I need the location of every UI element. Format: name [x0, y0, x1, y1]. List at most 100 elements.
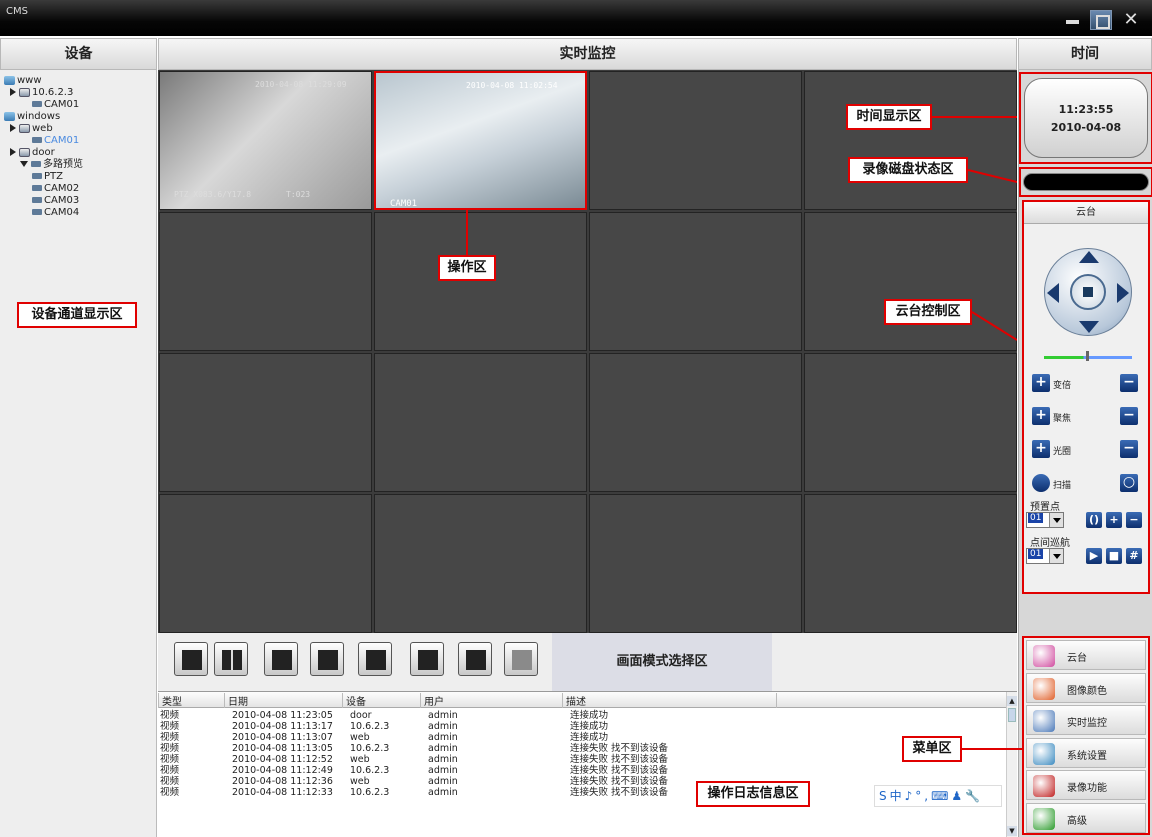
video-cell-8[interactable]	[804, 212, 1017, 351]
minimize-icon[interactable]	[1062, 10, 1084, 30]
cruise-play-button[interactable]: ▶	[1086, 548, 1102, 564]
tree-item-web-cam01[interactable]: CAM01	[32, 135, 79, 147]
iris-open-button[interactable]: +	[1032, 440, 1050, 458]
preset-add-button[interactable]: +	[1106, 512, 1122, 528]
ptz-joystick[interactable]	[1044, 248, 1132, 336]
tree-item-multi-preview[interactable]: 多路预览	[20, 159, 83, 171]
tree-item-cam02[interactable]: CAM02	[32, 183, 79, 195]
video-cell-1[interactable]: 2010-04-08 11:29:09 PTZ X083.6/Y17.8 T:0…	[159, 71, 372, 210]
cruise-stop-button[interactable]: ■	[1106, 548, 1122, 564]
focus-in-button[interactable]: +	[1032, 407, 1050, 425]
focus-out-button[interactable]: −	[1120, 407, 1138, 425]
scan-stop-button[interactable]: ○	[1120, 474, 1138, 492]
preset-goto-button[interactable]: ()	[1086, 512, 1102, 528]
tree-item-www[interactable]: www	[4, 75, 42, 87]
expand-arrow-icon[interactable]	[10, 148, 16, 156]
close-icon[interactable]: ✕	[1120, 10, 1142, 30]
video-cell-10[interactable]	[374, 353, 587, 492]
video-cell-14[interactable]	[374, 494, 587, 633]
cruise-select[interactable]: 01	[1026, 548, 1064, 564]
layout-9-button[interactable]	[264, 642, 298, 676]
tree-item-door[interactable]: door	[10, 147, 55, 159]
layout-1-button[interactable]	[174, 642, 208, 676]
video-cell-7[interactable]	[589, 212, 802, 351]
cruise-grid-button[interactable]: #	[1126, 548, 1142, 564]
log-cell: admin	[428, 732, 458, 743]
video-cell-9[interactable]	[159, 353, 372, 492]
preset-remove-button[interactable]: −	[1126, 512, 1142, 528]
log-cell: 视频	[160, 754, 180, 765]
video-cell-3[interactable]	[589, 71, 802, 210]
table-row[interactable]: 视频 2010-04-08 11:13:05 10.6.2.3 admin 连接失败 找…	[158, 743, 1006, 754]
log-cell: admin	[428, 710, 458, 721]
chevron-down-icon[interactable]	[1049, 513, 1063, 527]
video-cell-5[interactable]	[159, 212, 372, 351]
log-cell: admin	[428, 721, 458, 732]
log-col-desc[interactable]: 描述	[562, 693, 586, 708]
layout-25-button[interactable]	[358, 642, 392, 676]
video-cell-16[interactable]	[804, 494, 1017, 633]
tree-item-cam04[interactable]: CAM04	[32, 207, 79, 219]
zoom-in-button[interactable]: +	[1032, 374, 1050, 392]
time-display-area-label: 时间显示区	[846, 104, 932, 130]
video-cell-4[interactable]	[804, 71, 1017, 210]
scroll-up-icon[interactable]: ▲	[1007, 696, 1017, 706]
layout-16-button[interactable]	[310, 642, 344, 676]
ime-toolbar[interactable]: S中♪°,⌨♟🔧	[874, 785, 1002, 807]
menu-item-0[interactable]: 云台	[1026, 640, 1146, 670]
tree-item-web[interactable]: web	[10, 123, 53, 135]
menu-item-4[interactable]: 录像功能	[1026, 770, 1146, 800]
layout-4-button[interactable]	[214, 642, 248, 676]
layout-36-button[interactable]	[410, 642, 444, 676]
scroll-down-icon[interactable]: ▼	[1007, 826, 1017, 836]
menu-item-1[interactable]: 图像颜色	[1026, 672, 1146, 703]
scan-start-button[interactable]	[1032, 474, 1050, 492]
ptz-left-icon[interactable]	[1047, 283, 1059, 303]
video-cell-2[interactable]: 2010-04-08 11:02:54 CAM01	[374, 71, 587, 210]
zoom-out-button[interactable]: −	[1120, 374, 1138, 392]
slider-knob[interactable]	[1086, 351, 1089, 361]
restore-icon[interactable]	[1090, 10, 1112, 30]
log-scrollbar[interactable]: ▲ ▼	[1006, 692, 1017, 837]
fullscreen-button[interactable]	[504, 642, 538, 676]
tree-item-ptz[interactable]: PTZ	[32, 171, 63, 183]
video-cell-12[interactable]	[804, 353, 1017, 492]
log-cell: 连接失败 找不到该设备	[570, 765, 669, 776]
menu-item-5[interactable]: 高级	[1026, 802, 1146, 833]
layout-64-button[interactable]	[458, 642, 492, 676]
table-row[interactable]: 视频 2010-04-08 11:13:17 10.6.2.3 admin 连接成功	[158, 721, 1006, 732]
table-row[interactable]: 视频 2010-04-08 11:13:07 web admin 连接成功	[158, 732, 1006, 743]
preset-select[interactable]: 01	[1026, 512, 1064, 528]
dvr-icon	[19, 147, 30, 157]
tree-item-windows[interactable]: windows	[4, 111, 60, 123]
log-col-type[interactable]: 类型	[158, 693, 182, 708]
tree-item-cam01[interactable]: CAM01	[32, 99, 79, 111]
log-col-date[interactable]: 日期	[224, 693, 248, 708]
ptz-speed-slider[interactable]	[1044, 351, 1132, 361]
expand-arrow-icon[interactable]	[10, 88, 16, 96]
video-cell-15[interactable]	[589, 494, 802, 633]
video-cell-11[interactable]	[589, 353, 802, 492]
menu-item-2[interactable]: 实时监控	[1026, 705, 1146, 735]
menu-item-3[interactable]: 系统设置	[1026, 737, 1146, 768]
log-col-user[interactable]: 用户	[420, 693, 444, 708]
ptz-right-icon[interactable]	[1117, 283, 1129, 303]
table-row[interactable]: 视频 2010-04-08 11:23:05 door admin 连接成功	[158, 710, 1006, 721]
table-row[interactable]: 视频 2010-04-08 11:12:52 web admin 连接失败 找不到该设备	[158, 754, 1006, 765]
expand-arrow-icon[interactable]	[10, 124, 16, 132]
video-cell-13[interactable]	[159, 494, 372, 633]
iris-close-button[interactable]: −	[1120, 440, 1138, 458]
log-cell: 2010-04-08 11:12:33	[232, 787, 333, 798]
collapse-arrow-icon[interactable]	[20, 161, 28, 167]
ptz-stop-button[interactable]	[1070, 274, 1106, 310]
tree-item-dvr-10-6-2-3[interactable]: 10.6.2.3	[10, 87, 73, 99]
chevron-down-icon[interactable]	[1049, 549, 1063, 563]
ptz-down-icon[interactable]	[1079, 321, 1099, 333]
video-cell-6[interactable]	[374, 212, 587, 351]
operation-log: 类型 日期 设备 用户 描述 视频 2010-04-08 11:23:05 door…	[158, 691, 1017, 837]
table-row[interactable]: 视频 2010-04-08 11:12:49 10.6.2.3 admin 连接失败 找…	[158, 765, 1006, 776]
log-col-device[interactable]: 设备	[342, 693, 366, 708]
ptz-up-icon[interactable]	[1079, 251, 1099, 263]
tree-item-cam03[interactable]: CAM03	[32, 195, 79, 207]
scroll-thumb[interactable]	[1008, 708, 1016, 722]
